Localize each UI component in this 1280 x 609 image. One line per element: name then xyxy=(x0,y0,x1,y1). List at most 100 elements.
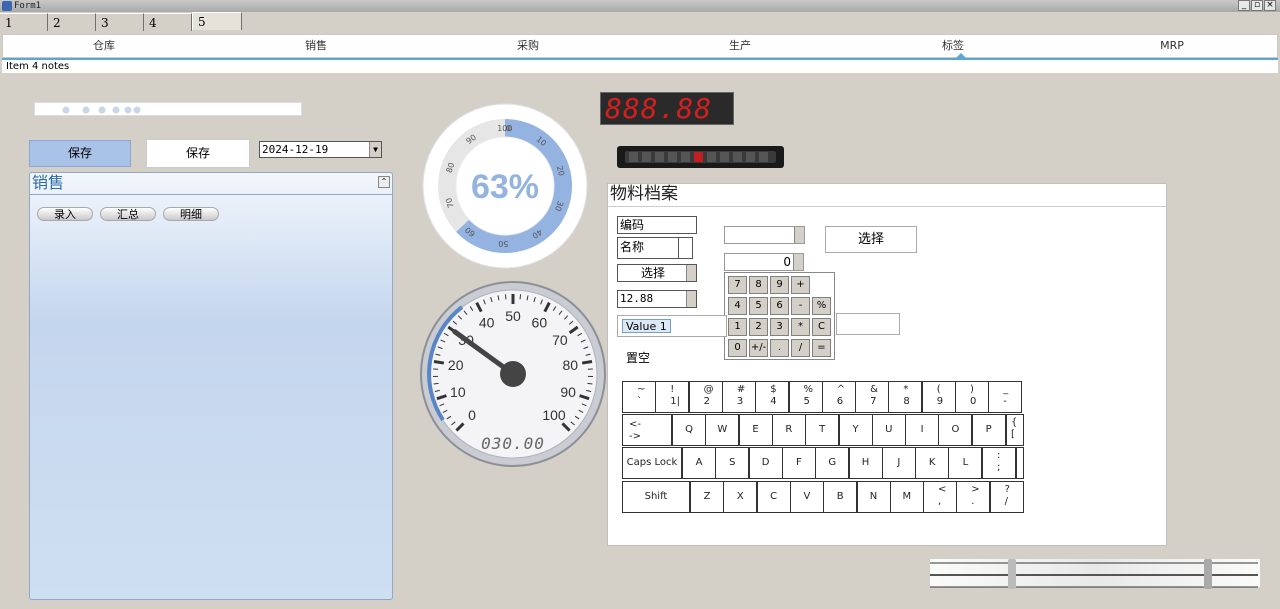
nav-item-warehouse[interactable]: 仓库 xyxy=(54,35,154,57)
restore-button[interactable]: ▫ xyxy=(1251,0,1263,11)
nav-item-purchase[interactable]: 采购 xyxy=(478,35,578,57)
calc-key-6[interactable]: 6 xyxy=(770,297,789,315)
calc-key-percent[interactable]: % xyxy=(812,297,831,315)
key-e[interactable]: E xyxy=(738,414,773,446)
key-f[interactable]: F xyxy=(781,447,816,479)
dark-slider-rail[interactable] xyxy=(617,146,784,168)
price-spin-button[interactable] xyxy=(686,291,696,307)
select-dropdown-button[interactable] xyxy=(686,265,696,281)
key-u[interactable]: U xyxy=(871,414,906,446)
calc-key-equals[interactable]: = xyxy=(812,339,831,357)
nav-item-sales[interactable]: 销售 xyxy=(266,35,366,57)
summary-button[interactable]: 汇总 xyxy=(100,207,156,221)
key-k[interactable]: K xyxy=(915,447,950,479)
calc-key-5[interactable]: 5 xyxy=(749,297,768,315)
key-w[interactable]: W xyxy=(705,414,740,446)
key-j[interactable]: J xyxy=(881,447,916,479)
value-tag-chip[interactable]: Value 1 xyxy=(622,319,671,333)
key-row1-4[interactable]: $4 xyxy=(755,381,790,413)
chevron-down-icon[interactable]: ▼ xyxy=(369,142,381,157)
number-spin-button[interactable] xyxy=(793,254,803,270)
key-h[interactable]: H xyxy=(848,447,883,479)
nav-item-production[interactable]: 生产 xyxy=(690,35,790,57)
tab-5[interactable]: 5 xyxy=(192,12,242,30)
key-y[interactable]: Y xyxy=(838,414,873,446)
key-punct-2[interactable]: ? / xyxy=(989,481,1024,513)
key-l[interactable]: L xyxy=(948,447,983,479)
calc-key-2[interactable]: 2 xyxy=(749,318,768,336)
key-row1-6[interactable]: ^ 6 xyxy=(821,381,856,413)
key-backspace[interactable]: <- -> xyxy=(622,414,672,446)
tab-2[interactable]: 2 xyxy=(48,13,96,31)
price-field[interactable]: 12.88 xyxy=(617,290,697,308)
date-picker[interactable]: 2024-12-19 ▼ xyxy=(259,141,382,158)
key-shift[interactable]: Shift xyxy=(622,481,690,513)
glass-slider[interactable] xyxy=(928,556,1262,592)
key-row1-1[interactable]: ! 1| xyxy=(655,381,690,413)
calc-key-decimal[interactable]: . xyxy=(770,339,789,357)
entry-button[interactable]: 录入 xyxy=(37,207,93,221)
nav-item-label[interactable]: 标签 xyxy=(903,35,1003,57)
select-dropdown[interactable]: 选择 xyxy=(617,264,697,282)
key-v[interactable]: V xyxy=(789,481,824,513)
key-punct-1[interactable]: >. xyxy=(956,481,991,513)
key-row1-10[interactable]: ) 0 xyxy=(955,381,989,413)
value-text-field[interactable] xyxy=(836,313,900,335)
detail-button[interactable]: 明细 xyxy=(163,207,219,221)
key-b[interactable]: B xyxy=(823,481,858,513)
calc-key-plus[interactable]: + xyxy=(791,276,810,294)
code-field[interactable]: 编码 xyxy=(617,216,697,234)
key-row1-8[interactable]: * 8 xyxy=(888,381,923,413)
save-button-primary[interactable]: 保存 xyxy=(29,140,131,167)
key-bracket[interactable]: {[ xyxy=(1006,414,1024,446)
close-button[interactable]: × xyxy=(1264,0,1276,11)
key-row1-0[interactable]: ~ ` xyxy=(622,381,656,413)
key-c[interactable]: C xyxy=(756,481,791,513)
calc-key-minus[interactable]: - xyxy=(791,297,810,315)
calc-key-4[interactable]: 4 xyxy=(728,297,747,315)
save-button-secondary[interactable]: 保存 xyxy=(146,139,250,168)
clear-label[interactable]: 置空 xyxy=(626,349,650,366)
name-field[interactable]: 名称 xyxy=(617,237,693,259)
calc-key-3[interactable]: 3 xyxy=(770,318,789,336)
calc-key-multiply[interactable]: * xyxy=(791,318,810,336)
collapse-icon[interactable]: ⌃ xyxy=(378,176,390,188)
key-t[interactable]: T xyxy=(805,414,840,446)
key-semicolon[interactable]: :; xyxy=(982,447,1016,479)
key-d[interactable]: D xyxy=(748,447,783,479)
key-p[interactable]: P xyxy=(971,414,1006,446)
key-row1-11[interactable]: _ - xyxy=(988,381,1023,413)
key-row1-2[interactable]: @2 xyxy=(688,381,723,413)
calc-key-1[interactable]: 1 xyxy=(728,318,747,336)
key-a[interactable]: A xyxy=(682,447,716,479)
key-row1-9[interactable]: (9 xyxy=(921,381,956,413)
calc-key-divide[interactable]: / xyxy=(791,339,810,357)
calc-key-8[interactable]: 8 xyxy=(749,276,768,294)
key-row1-3[interactable]: #3 xyxy=(721,381,756,413)
key-row1-7[interactable]: & 7 xyxy=(855,381,890,413)
key-q[interactable]: Q xyxy=(672,414,706,446)
key-n[interactable]: N xyxy=(856,481,891,513)
key-punct-0[interactable]: <, xyxy=(923,481,957,513)
blank-spin-button[interactable] xyxy=(794,227,804,243)
tab-1[interactable]: 1 xyxy=(0,13,48,31)
key-g[interactable]: G xyxy=(815,447,850,479)
key-z[interactable]: Z xyxy=(690,481,724,513)
calc-key-9[interactable]: 9 xyxy=(770,276,789,294)
calc-key-0[interactable]: 0 xyxy=(728,339,747,357)
calc-key-negate[interactable]: +/- xyxy=(749,339,768,357)
key-s[interactable]: S xyxy=(715,447,750,479)
blank-spin-field[interactable] xyxy=(724,226,805,244)
key-caps-lock[interactable]: Caps Lock xyxy=(622,447,682,479)
key-row3-edge[interactable] xyxy=(1016,447,1024,479)
key-o[interactable]: O xyxy=(938,414,973,446)
tab-3[interactable]: 3 xyxy=(96,13,144,31)
nav-item-mrp[interactable]: MRP xyxy=(1122,35,1222,57)
minimize-button[interactable]: _ xyxy=(1238,0,1250,11)
select-button[interactable]: 选择 xyxy=(825,226,917,253)
value-tag-field[interactable]: Value 1 xyxy=(617,315,727,337)
key-i[interactable]: I xyxy=(905,414,940,446)
number-field[interactable]: 0 xyxy=(724,253,804,271)
key-r[interactable]: R xyxy=(771,414,806,446)
calc-key-clear[interactable]: C xyxy=(812,318,831,336)
